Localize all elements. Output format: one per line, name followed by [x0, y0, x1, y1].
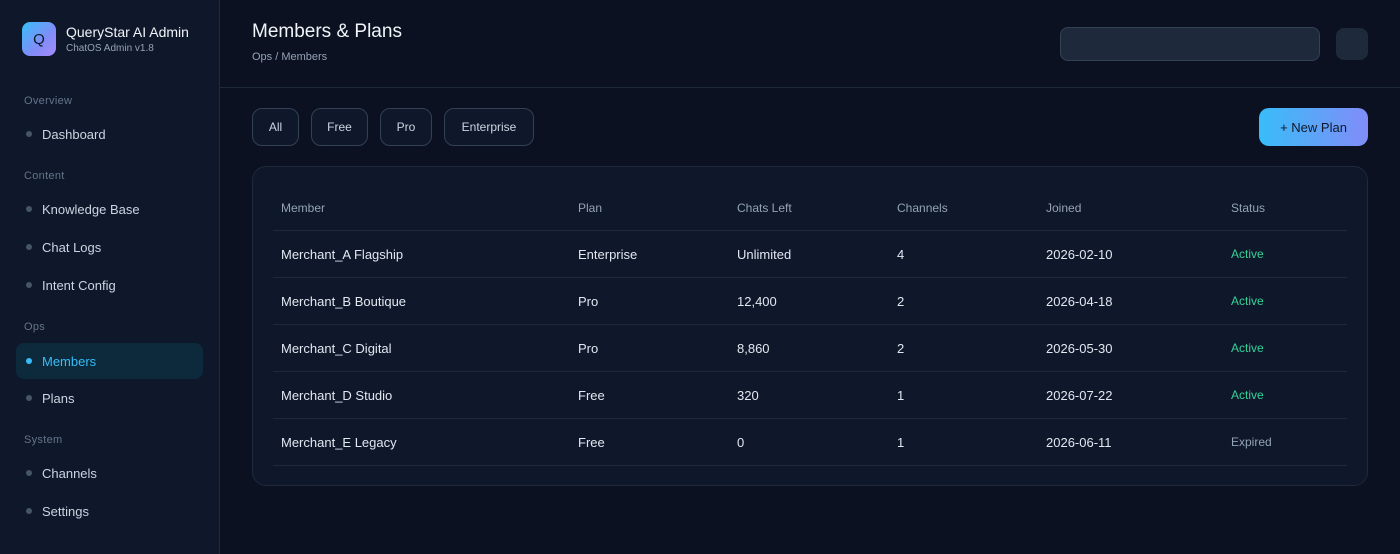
new-plan-button[interactable]: + New Plan: [1259, 108, 1368, 146]
status-badge: Expired: [1231, 435, 1272, 449]
cell-member: Merchant_B Boutique: [281, 294, 407, 309]
cell-channels: 2: [897, 294, 905, 309]
cell-chats-left: 0: [737, 435, 745, 450]
dot-icon: [26, 244, 32, 250]
cell-chats-left: 12,400: [737, 294, 777, 309]
column-header-member[interactable]: Member: [281, 201, 325, 215]
members-table: Member Plan Chats Left Channels Joined S…: [252, 166, 1368, 486]
sidebar-item-intent-config[interactable]: Intent Config: [16, 267, 203, 303]
sidebar-item-label: Channels: [42, 465, 97, 481]
table-row[interactable]: Merchant_A Flagship Enterprise Unlimited…: [273, 231, 1347, 278]
cell-channels: 1: [897, 435, 905, 450]
table-row[interactable]: Merchant_E Legacy Free 0 1 2026-06-11 Ex…: [273, 419, 1347, 466]
status-badge: Active: [1231, 388, 1264, 402]
dot-icon: [26, 508, 32, 514]
sidebar-item-members[interactable]: Members: [16, 343, 203, 379]
column-header-status[interactable]: Status: [1231, 201, 1265, 215]
page-title: Members & Plans: [252, 21, 402, 42]
cell-plan: Pro: [578, 341, 599, 356]
filter-enterprise-button[interactable]: Enterprise: [444, 108, 534, 146]
nav-group-ops: Ops: [24, 321, 46, 333]
nav-group-system: System: [24, 434, 63, 446]
search-input[interactable]: [1060, 27, 1320, 61]
column-header-plan[interactable]: Plan: [578, 201, 602, 215]
page-header: Members & Plans Ops / Members: [220, 0, 1400, 88]
sidebar-item-dashboard[interactable]: Dashboard: [16, 116, 203, 152]
brand: Q QueryStar AI Admin ChatOS Admin v1.8: [22, 22, 189, 56]
cell-plan: Free: [578, 435, 605, 450]
dot-icon: [26, 395, 32, 401]
sidebar-item-label: Settings: [42, 503, 89, 519]
dot-icon: [26, 282, 32, 288]
column-header-chats-left[interactable]: Chats Left: [737, 201, 792, 215]
breadcrumb: Ops / Members: [252, 51, 328, 63]
sidebar-item-plans[interactable]: Plans: [16, 380, 203, 416]
sidebar-item-channels[interactable]: Channels: [16, 455, 203, 491]
brand-logo: Q: [22, 22, 56, 56]
cell-joined: 2026-06-11: [1046, 435, 1112, 450]
cell-channels: 4: [897, 247, 905, 262]
table-row[interactable]: Merchant_D Studio Free 320 1 2026-07-22 …: [273, 372, 1347, 419]
cell-chats-left: 8,860: [737, 341, 770, 356]
cell-chats-left: Unlimited: [737, 247, 792, 262]
filter-pro-button[interactable]: Pro: [380, 108, 432, 146]
cell-channels: 2: [897, 341, 905, 356]
sidebar-item-label: Chat Logs: [42, 239, 102, 255]
brand-title: QueryStar AI Admin: [66, 23, 189, 40]
cell-joined: 2026-02-10: [1046, 247, 1113, 262]
dot-icon: [26, 358, 32, 364]
table-row[interactable]: Merchant_B Boutique Pro 12,400 2 2026-04…: [273, 278, 1347, 325]
sidebar-item-label: Knowledge Base: [42, 201, 140, 217]
cell-member: Merchant_D Studio: [281, 388, 393, 403]
filter-free-button[interactable]: Free: [311, 108, 368, 146]
header-action-button[interactable]: [1336, 28, 1368, 60]
sidebar-item-label: Plans: [42, 390, 75, 406]
sidebar-item-label: Intent Config: [42, 277, 116, 293]
cell-joined: 2026-07-22: [1046, 388, 1113, 403]
cell-joined: 2026-04-18: [1046, 294, 1113, 309]
filter-all-button[interactable]: All: [252, 108, 299, 146]
sidebar-item-settings[interactable]: Settings: [16, 493, 203, 529]
brand-text: QueryStar AI Admin ChatOS Admin v1.8: [66, 23, 189, 56]
cell-joined: 2026-05-30: [1046, 341, 1113, 356]
cell-channels: 1: [897, 388, 905, 403]
column-header-joined[interactable]: Joined: [1046, 201, 1081, 215]
dot-icon: [26, 470, 32, 476]
dot-icon: [26, 131, 32, 137]
cell-member: Merchant_A Flagship: [281, 247, 404, 262]
sidebar-item-chat-logs[interactable]: Chat Logs: [16, 229, 203, 265]
dot-icon: [26, 206, 32, 212]
sidebar-item-knowledge-base[interactable]: Knowledge Base: [16, 191, 203, 227]
status-badge: Active: [1231, 247, 1264, 261]
cell-member: Merchant_E Legacy: [281, 435, 397, 450]
column-header-channels[interactable]: Channels: [897, 201, 948, 215]
status-badge: Active: [1231, 341, 1264, 355]
sidebar-item-label: Dashboard: [42, 126, 106, 142]
status-badge: Active: [1231, 294, 1264, 308]
cell-plan: Enterprise: [578, 247, 638, 262]
table-row[interactable]: Merchant_C Digital Pro 8,860 2 2026-05-3…: [273, 325, 1347, 372]
cell-member: Merchant_C Digital: [281, 341, 392, 356]
nav-group-overview: Overview: [24, 95, 73, 107]
cell-plan: Pro: [578, 294, 599, 309]
sidebar: Q QueryStar AI Admin ChatOS Admin v1.8 O…: [0, 0, 220, 554]
sidebar-item-label: Members: [42, 353, 97, 369]
cell-plan: Free: [578, 388, 605, 403]
nav-group-content: Content: [24, 170, 65, 182]
cell-chats-left: 320: [737, 388, 759, 403]
brand-subtitle: ChatOS Admin v1.8: [66, 42, 154, 54]
table-header: Member Plan Chats Left Channels Joined S…: [273, 185, 1347, 231]
